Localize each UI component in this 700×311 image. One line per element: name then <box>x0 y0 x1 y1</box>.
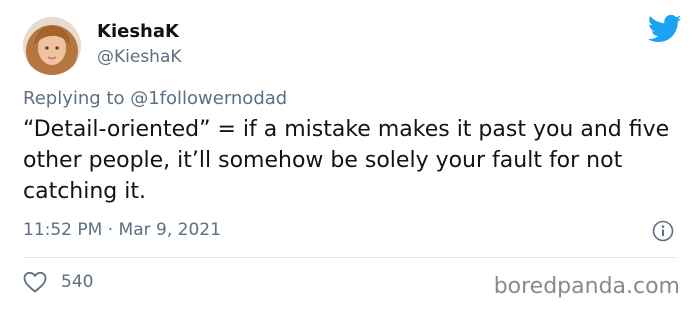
like-count: 540 <box>61 272 94 292</box>
tweet-text: “Detail-oriented” = if a mistake makes i… <box>23 117 670 204</box>
replying-to-label[interactable]: Replying to @1followernodad <box>23 88 287 109</box>
heart-icon <box>23 271 47 293</box>
watermark: boredpanda.com <box>493 274 680 299</box>
like-button[interactable]: 540 <box>23 271 93 293</box>
avatar[interactable] <box>23 17 81 75</box>
twitter-bird-icon <box>648 14 682 43</box>
divider <box>23 257 677 258</box>
author-display-name[interactable]: KieshaK <box>97 21 179 42</box>
author-handle[interactable]: @KieshaK <box>97 47 182 67</box>
tweet-timestamp[interactable]: 11:52 PM · Mar 9, 2021 <box>23 220 221 240</box>
info-icon[interactable] <box>652 220 674 242</box>
